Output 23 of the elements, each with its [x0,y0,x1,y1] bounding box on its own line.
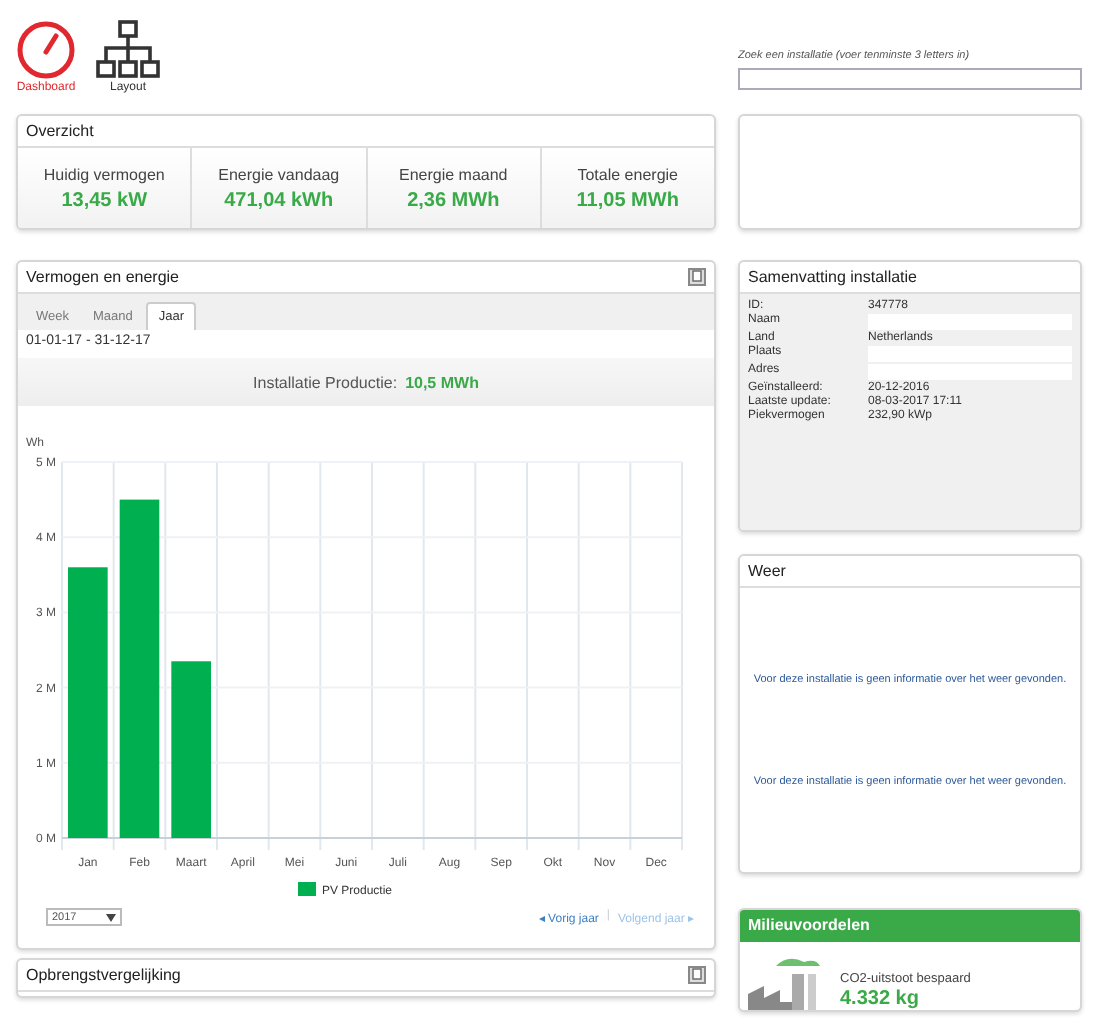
co2-value: 4.332 kg [840,988,921,1010]
production-value: 10,5 MWh [405,373,479,391]
panel-title: Milieuvoordelen [748,916,870,934]
panel-title: Vermogen en energie [26,268,179,286]
stat-value: 471,04 kWh [224,189,334,211]
gauge-icon [16,20,76,80]
stat-label: Energie maand [398,165,508,183]
stat-label: Energie vandaag [218,165,340,183]
search-field[interactable] [738,68,1082,90]
export-icon[interactable] [688,268,706,286]
export-icon[interactable] [688,966,706,984]
stat-value: 2,36 MWh [407,189,500,211]
panel-title: Weer [748,562,786,580]
stat-value: 11,05 MWh [576,189,679,211]
caret-icon [106,913,116,921]
stat-label: Huidig vermogen [43,165,165,183]
stat-label: Totale energie [577,165,678,183]
panel-title: Opbrengstvergelijking [26,966,181,984]
stat-value: 13,45 kW [61,189,148,211]
production-label: Installatie Productie: [253,373,398,391]
panel-title: Samenvatting installatie [748,268,917,286]
hierarchy-icon [96,20,160,80]
panel-title: Overzicht [26,122,94,140]
